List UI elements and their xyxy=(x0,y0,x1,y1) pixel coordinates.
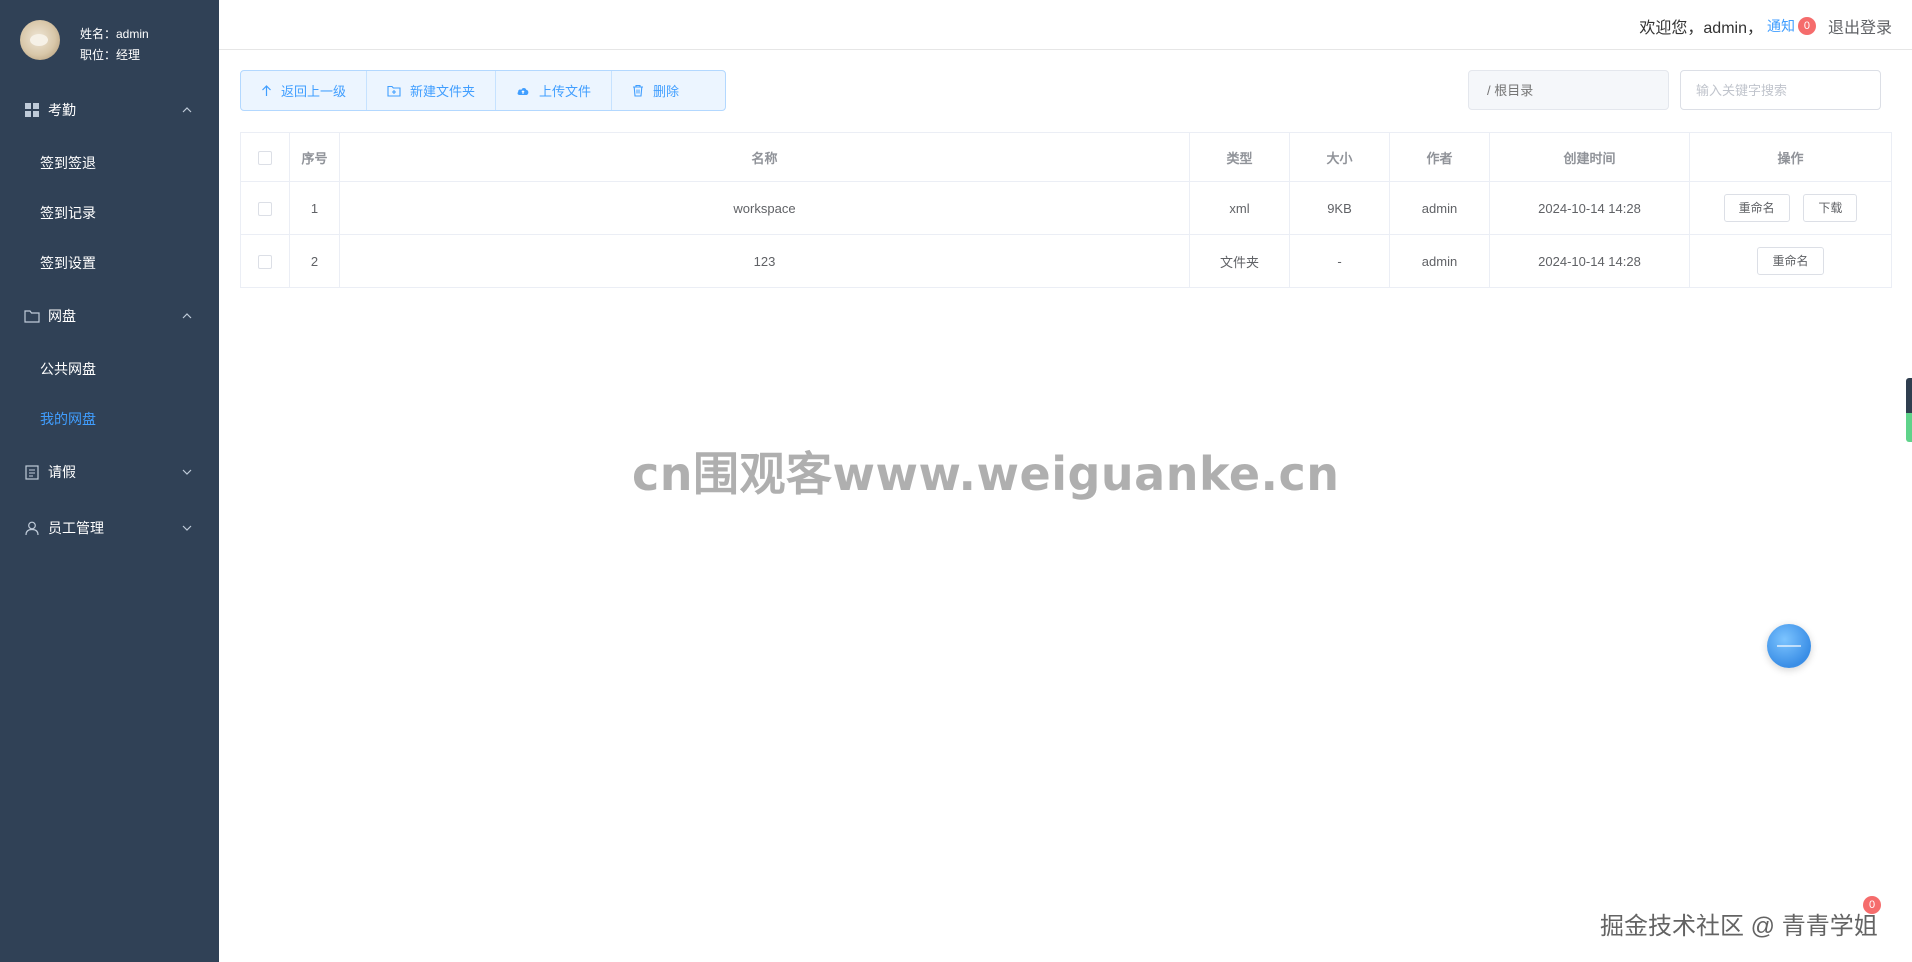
user-icon xyxy=(24,520,40,536)
folder-icon xyxy=(24,308,40,324)
cloud-upload-icon xyxy=(517,87,529,95)
chevron-down-icon xyxy=(182,525,192,531)
path-field[interactable] xyxy=(1468,70,1669,110)
cell-author: admin xyxy=(1389,181,1490,235)
download-button[interactable]: 下载 xyxy=(1803,194,1858,222)
logout-button[interactable]: 退出登录 xyxy=(1828,14,1892,38)
file-table: 序号 名称 类型 大小 作者 创建时间 操作 1 workspace xml 9… xyxy=(240,132,1892,288)
menu-staff[interactable]: 员工管理 xyxy=(0,500,219,556)
menu-attendance[interactable]: 考勤 xyxy=(0,82,219,138)
delete-button[interactable]: 删除 xyxy=(612,71,699,110)
menu-group-leave: 请假 xyxy=(0,444,219,500)
delete-button-label: 删除 xyxy=(653,84,680,99)
header-user-area: 欢迎您，admin， 通知 0 退出登录 xyxy=(1639,14,1892,38)
menu-leave-label: 请假 xyxy=(48,464,76,480)
column-header-created: 创建时间 xyxy=(1489,132,1690,182)
chevron-up-icon xyxy=(182,313,192,319)
table-row: 1 workspace xml 9KB admin 2024-10-14 14:… xyxy=(240,181,1892,235)
new-folder-button-label: 新建文件夹 xyxy=(410,84,476,99)
top-header: 欢迎您，admin， 通知 0 退出登录 xyxy=(219,0,1912,50)
sidebar-item-sign-records[interactable]: 签到记录 xyxy=(0,188,219,238)
select-all-cell xyxy=(240,132,290,182)
chevron-up-icon xyxy=(182,107,192,113)
menu-netdisk-label: 网盘 xyxy=(48,308,76,324)
corner-badge: 0 xyxy=(1863,896,1881,914)
table-row: 2 123 文件夹 - admin 2024-10-14 14:28 重命名 xyxy=(240,234,1892,288)
back-button-label: 返回上一级 xyxy=(281,84,347,99)
search-input[interactable] xyxy=(1680,70,1881,110)
row-select-cell xyxy=(240,234,290,288)
grid-icon xyxy=(24,102,40,118)
menu-group-attendance: 考勤 签到签退 签到记录 签到设置 xyxy=(0,82,219,288)
column-header-author: 作者 xyxy=(1389,132,1490,182)
arrow-up-icon xyxy=(262,84,271,96)
file-toolbar: 返回上一级 新建文件夹 上传文件 删除 xyxy=(240,70,726,111)
column-header-type: 类型 xyxy=(1189,132,1290,182)
sidebar: 姓名：admin 职位：经理 考勤 签到签退 签到记录 签到设置 网盘 公共网盘… xyxy=(0,0,219,962)
column-header-name: 名称 xyxy=(339,132,1190,182)
row-checkbox[interactable] xyxy=(258,201,272,216)
column-header-index: 序号 xyxy=(289,132,340,182)
cell-author: admin xyxy=(1389,234,1490,288)
select-all-checkbox[interactable] xyxy=(258,150,272,165)
cell-index: 1 xyxy=(289,181,340,235)
sidebar-item-my-disk[interactable]: 我的网盘 xyxy=(0,394,219,444)
welcome-text: 欢迎您，admin， xyxy=(1639,20,1763,37)
upload-button-label: 上传文件 xyxy=(539,84,592,99)
trash-icon xyxy=(633,84,644,97)
cell-created: 2024-10-14 14:28 xyxy=(1489,234,1690,288)
cell-type: xml xyxy=(1189,181,1290,235)
new-folder-button[interactable]: 新建文件夹 xyxy=(367,71,497,110)
folder-add-icon xyxy=(387,85,401,97)
menu-leave[interactable]: 请假 xyxy=(0,444,219,500)
rename-button[interactable]: 重命名 xyxy=(1757,247,1824,275)
notice-badge: 0 xyxy=(1797,17,1816,35)
table-header-row: 序号 名称 类型 大小 作者 创建时间 操作 xyxy=(240,132,1892,182)
user-role: 职位：经理 xyxy=(80,48,141,62)
side-tab-handle[interactable] xyxy=(1906,378,1912,442)
watermark-center: cn围观客www.weiguanke.cn xyxy=(632,447,1340,501)
column-header-size: 大小 xyxy=(1289,132,1390,182)
cell-index: 2 xyxy=(289,234,340,288)
notice-link[interactable]: 通知 xyxy=(1767,16,1795,36)
menu-group-netdisk: 网盘 公共网盘 我的网盘 xyxy=(0,288,219,444)
upload-button[interactable]: 上传文件 xyxy=(496,71,613,110)
back-button[interactable]: 返回上一级 xyxy=(241,71,368,110)
sidebar-item-sign-in-out[interactable]: 签到签退 xyxy=(0,138,219,188)
cell-actions: 重命名 xyxy=(1689,234,1892,288)
cell-actions: 重命名 下载 xyxy=(1689,181,1892,235)
chevron-down-icon xyxy=(182,469,192,475)
sidebar-item-sign-settings[interactable]: 签到设置 xyxy=(0,238,219,288)
menu-group-staff: 员工管理 xyxy=(0,500,219,556)
floating-assistant-button[interactable] xyxy=(1767,624,1811,668)
cell-type: 文件夹 xyxy=(1189,234,1290,288)
avatar[interactable] xyxy=(20,20,60,60)
cell-name[interactable]: workspace xyxy=(339,181,1190,235)
row-checkbox[interactable] xyxy=(258,254,272,269)
rename-button[interactable]: 重命名 xyxy=(1723,194,1790,222)
column-header-actions: 操作 xyxy=(1689,132,1892,182)
cell-name[interactable]: 123 xyxy=(339,234,1190,288)
user-profile: 姓名：admin 职位：经理 xyxy=(0,0,219,82)
document-icon xyxy=(24,464,40,480)
row-select-cell xyxy=(240,181,290,235)
sidebar-item-public-disk[interactable]: 公共网盘 xyxy=(0,344,219,394)
cell-size: - xyxy=(1289,234,1390,288)
menu-netdisk[interactable]: 网盘 xyxy=(0,288,219,344)
watermark-corner: 掘金技术社区 @ 青青学姐 xyxy=(1600,913,1878,940)
cell-created: 2024-10-14 14:28 xyxy=(1489,181,1690,235)
user-info: 姓名：admin 职位：经理 xyxy=(80,24,149,66)
user-name: 姓名：admin xyxy=(80,27,149,41)
menu-staff-label: 员工管理 xyxy=(48,520,104,536)
cell-size: 9KB xyxy=(1289,181,1390,235)
menu-attendance-label: 考勤 xyxy=(48,102,76,118)
